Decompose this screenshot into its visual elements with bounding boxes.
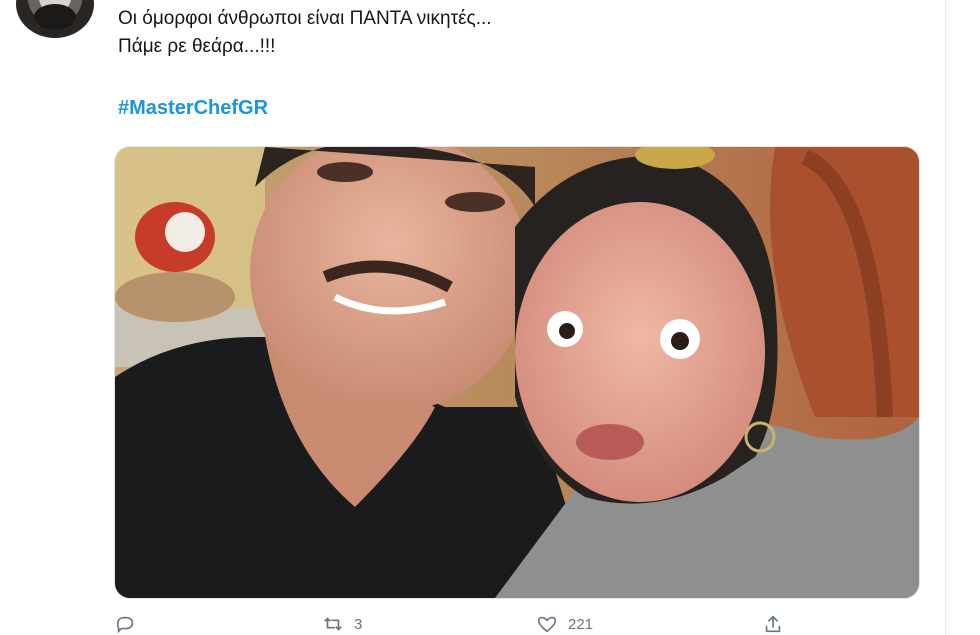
share-button[interactable] <box>762 613 784 635</box>
tweet-line-1: Οι όμορφοι άνθρωποι είναι ΠΑΝΤΑ νικητές.… <box>118 8 492 29</box>
timeline-divider <box>945 0 946 635</box>
avatar[interactable] <box>16 0 94 38</box>
retweet-button[interactable]: 3 <box>322 613 362 635</box>
share-icon <box>765 615 781 633</box>
like-button[interactable]: 221 <box>536 613 593 635</box>
tweet-actions: 3 221 <box>114 613 814 635</box>
hashtag-link[interactable]: #MasterChefGR <box>118 97 268 120</box>
selfie-photo <box>115 147 919 598</box>
tweet-photo[interactable] <box>114 146 920 599</box>
avatar-beard <box>34 4 76 30</box>
like-icon <box>537 616 557 633</box>
retweet-count: 3 <box>354 615 363 633</box>
retweet-icon <box>324 617 342 631</box>
tweet-text: Οι όμορφοι άνθρωποι είναι ΠΑΝΤΑ νικητές.… <box>118 5 492 61</box>
like-count: 221 <box>568 615 594 633</box>
reply-button[interactable] <box>114 613 146 635</box>
reply-icon <box>116 616 134 634</box>
tweet-line-2: Πάμε ρε θεάρα...!!! <box>118 36 276 57</box>
